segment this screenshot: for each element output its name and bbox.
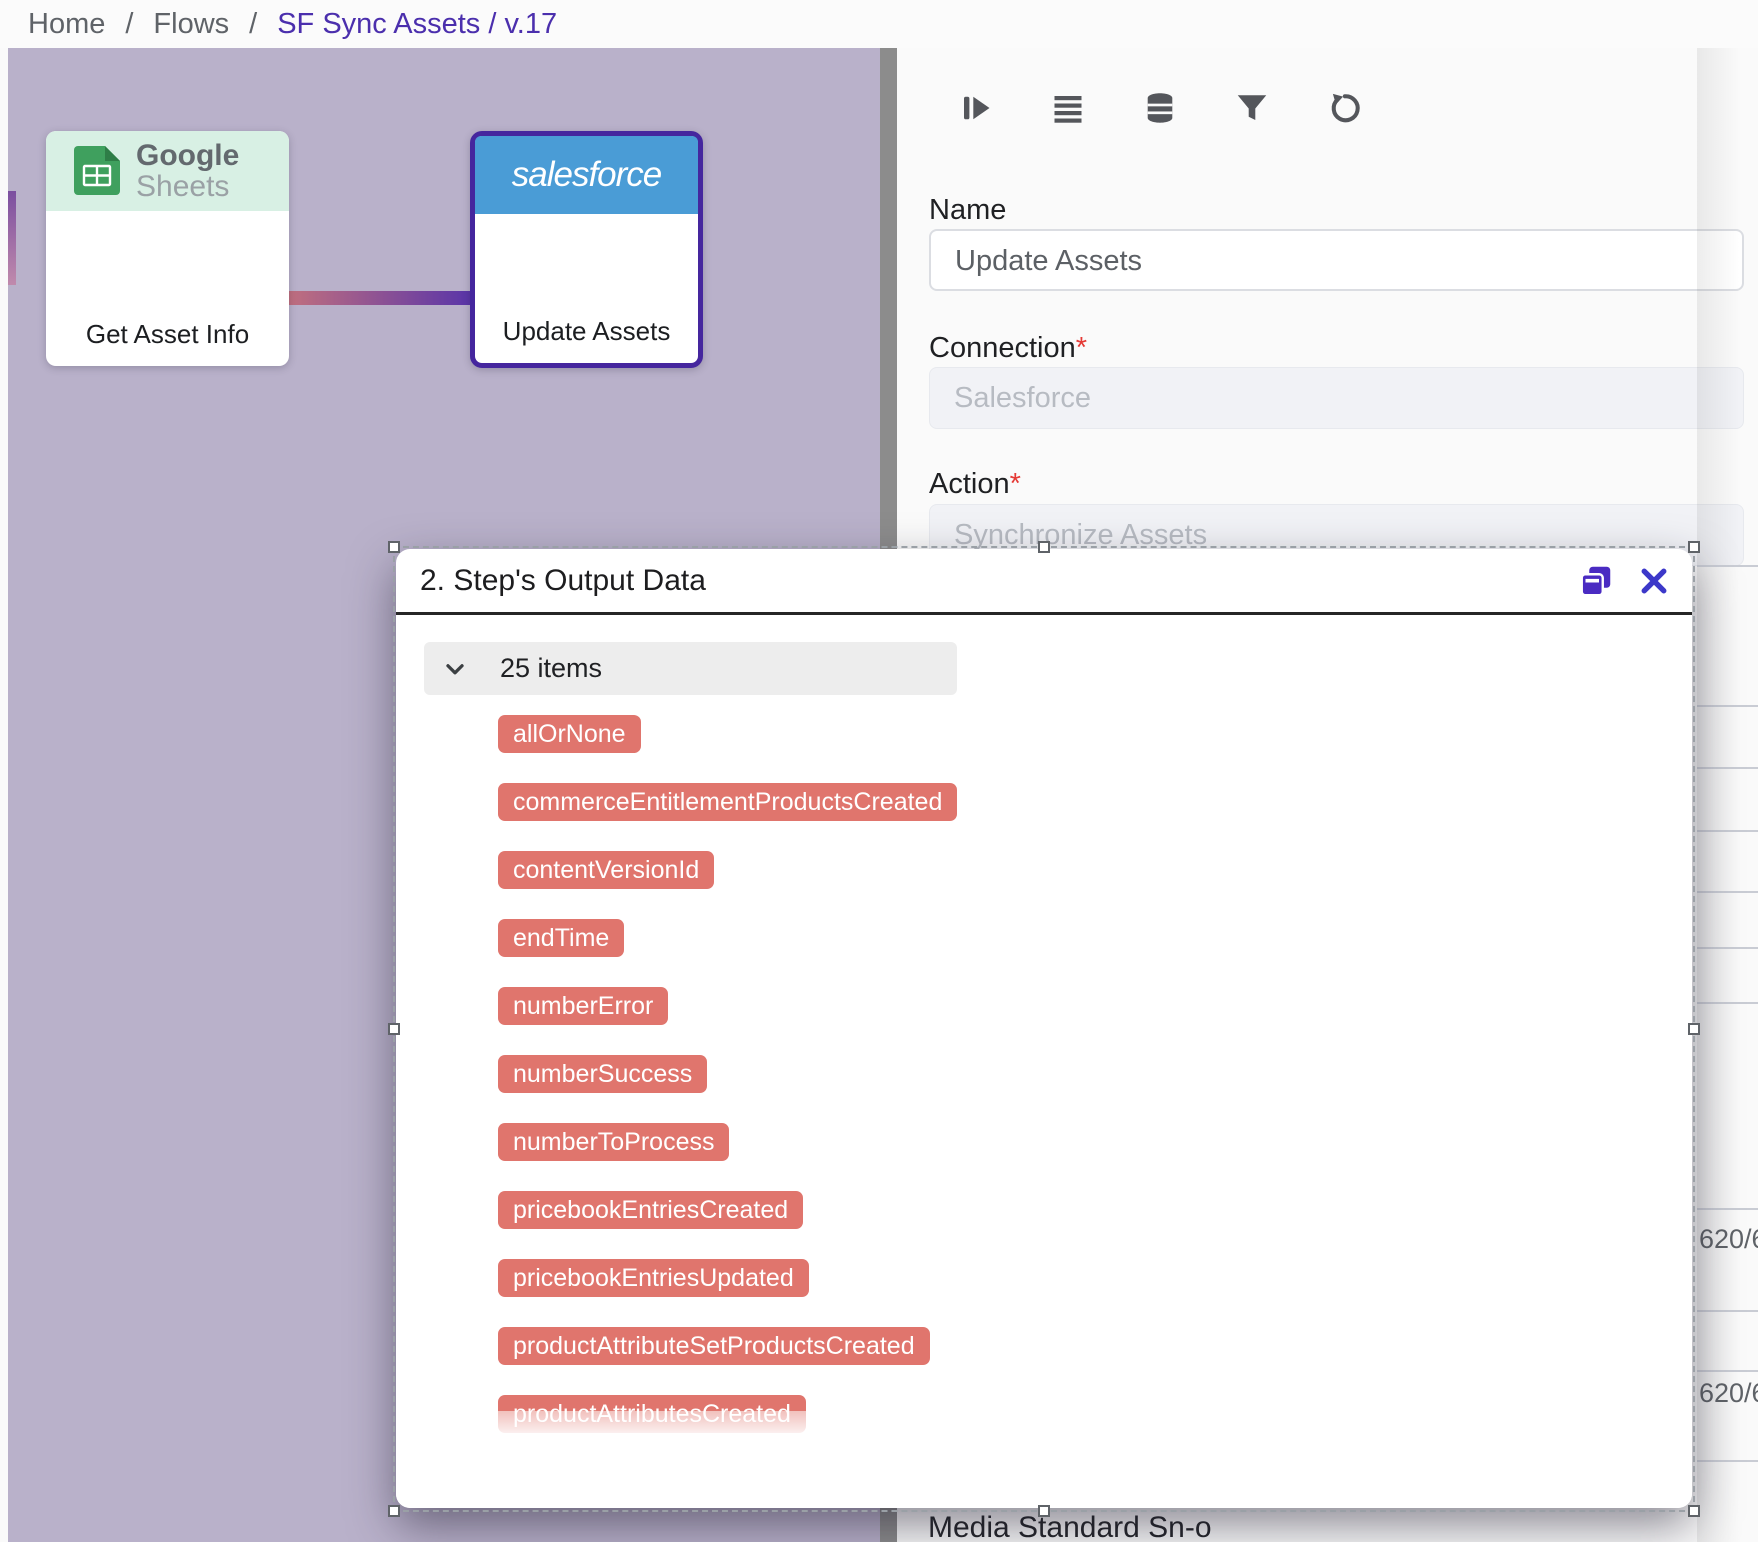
output-data-pill-list: allOrNone commerceEntitlementProductsCre… xyxy=(498,715,957,1433)
run-step-icon[interactable] xyxy=(958,90,994,126)
chevron-down-icon xyxy=(442,656,468,682)
background-field-value-partial: Media Standard Sn-o xyxy=(928,1511,1212,1542)
name-field-label: Name xyxy=(929,194,1006,227)
resize-handle-top-right[interactable] xyxy=(1688,541,1700,553)
modal-header: 2. Step's Output Data xyxy=(396,549,1692,615)
background-table-strip: 620/6 620/6 xyxy=(1697,48,1758,1542)
breadcrumb: Home / Flows / SF Sync Assets / v.17 xyxy=(0,0,1758,48)
modal-title: 2. Step's Output Data xyxy=(420,564,706,598)
resize-handle-middle-left[interactable] xyxy=(388,1023,400,1035)
node-label-update-assets: Update Assets xyxy=(475,316,698,347)
app-window: Home / Flows / SF Sync Assets / v.17 xyxy=(0,0,1758,1542)
output-field-pill[interactable]: endTime xyxy=(498,919,624,957)
database-icon[interactable] xyxy=(1142,90,1178,126)
undo-icon[interactable] xyxy=(1326,90,1362,126)
close-icon[interactable] xyxy=(1636,563,1672,599)
output-field-pill[interactable]: numberSuccess xyxy=(498,1055,707,1093)
output-field-pill[interactable]: commerceEntitlementProductsCreated xyxy=(498,783,957,821)
output-field-pill[interactable]: numberError xyxy=(498,987,668,1025)
breadcrumb-current-flow[interactable]: SF Sync Assets / v.17 xyxy=(277,8,557,41)
node-label-get-asset-info: Get Asset Info xyxy=(46,319,289,350)
output-field-pill[interactable]: allOrNone xyxy=(498,715,641,753)
filter-icon[interactable] xyxy=(1234,90,1270,126)
connection-input[interactable]: Salesforce xyxy=(929,367,1744,429)
breadcrumb-separator: / xyxy=(249,8,257,41)
modal-footer-fade xyxy=(396,1411,1692,1508)
resize-handle-top-middle[interactable] xyxy=(1038,541,1050,553)
items-count-label: 25 items xyxy=(500,653,602,684)
breadcrumb-home[interactable]: Home xyxy=(28,8,105,41)
resize-handle-bottom-right[interactable] xyxy=(1688,1505,1700,1517)
resize-handle-top-left[interactable] xyxy=(388,541,400,553)
salesforce-wordmark: salesforce xyxy=(512,155,662,195)
salesforce-node-header: salesforce xyxy=(475,136,698,214)
step-output-data-modal: 2. Step's Output Data 25 items xyxy=(396,549,1692,1508)
breadcrumb-separator: / xyxy=(125,8,133,41)
connection-field-label: Connection* xyxy=(929,332,1087,365)
output-field-pill[interactable]: contentVersionId xyxy=(498,851,714,889)
action-field-label: Action* xyxy=(929,468,1021,501)
google-sheets-node-header: Google Sheets xyxy=(46,131,289,211)
output-field-pill[interactable]: pricebookEntriesCreated xyxy=(498,1191,803,1229)
output-field-pill[interactable]: numberToProcess xyxy=(498,1123,729,1161)
resize-handle-bottom-middle[interactable] xyxy=(1038,1505,1050,1517)
table-cell-partial: 620/6 xyxy=(1699,1378,1758,1409)
node-salesforce[interactable]: salesforce Update Assets xyxy=(470,131,703,368)
output-items-collapse-toggle[interactable]: 25 items xyxy=(424,642,957,695)
output-field-pill[interactable]: productAttributeSetProductsCreated xyxy=(498,1327,930,1365)
node-connector-line xyxy=(289,291,470,305)
google-sheets-icon xyxy=(74,146,120,196)
output-field-pill[interactable]: pricebookEntriesUpdated xyxy=(498,1259,809,1297)
resize-handle-bottom-left[interactable] xyxy=(388,1505,400,1517)
table-cell-partial: 620/6 xyxy=(1699,1224,1758,1255)
incoming-connector-edge xyxy=(8,191,16,285)
node-google-sheets[interactable]: Google Sheets Get Asset Info xyxy=(46,131,289,366)
step-toolbar xyxy=(958,90,1362,126)
name-input[interactable]: Update Assets xyxy=(929,229,1744,291)
breadcrumb-flows[interactable]: Flows xyxy=(153,8,229,41)
resize-handle-middle-right[interactable] xyxy=(1688,1023,1700,1035)
duplicate-panel-icon[interactable] xyxy=(1578,563,1614,599)
google-sheets-wordmark: Google Sheets xyxy=(136,140,239,203)
log-list-icon[interactable] xyxy=(1050,90,1086,126)
